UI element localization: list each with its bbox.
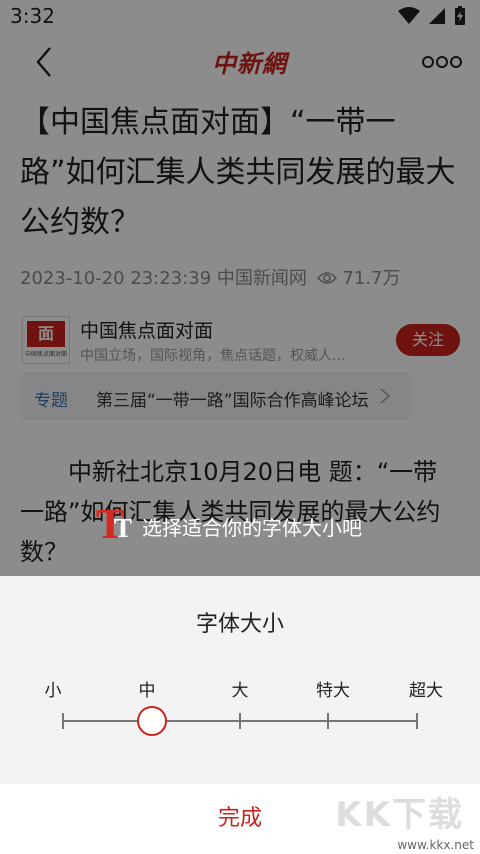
font-size-icon: TT (96, 502, 132, 547)
size-option-huge[interactable]: 超大 (396, 676, 456, 701)
hint-text: 选择适合你的字体大小吧 (142, 515, 362, 540)
slider-tick (62, 713, 64, 729)
size-option-medium[interactable]: 中 (117, 676, 177, 701)
watermark-brand: KK下载 (335, 795, 464, 835)
slider-tick (327, 713, 329, 729)
font-size-hint: TT 选择适合你的字体大小吧 (96, 502, 362, 547)
size-option-small[interactable]: 小 (23, 676, 83, 701)
size-option-large[interactable]: 大 (210, 676, 270, 701)
slider-tick (416, 713, 418, 729)
dim-overlay[interactable] (0, 0, 480, 576)
sheet-title: 字体大小 (195, 612, 284, 637)
slider-tick (239, 713, 241, 729)
watermark-url: www.kkx.net (397, 838, 474, 852)
font-size-slider-knob[interactable] (137, 706, 167, 736)
size-option-extra-large[interactable]: 特大 (303, 676, 363, 701)
